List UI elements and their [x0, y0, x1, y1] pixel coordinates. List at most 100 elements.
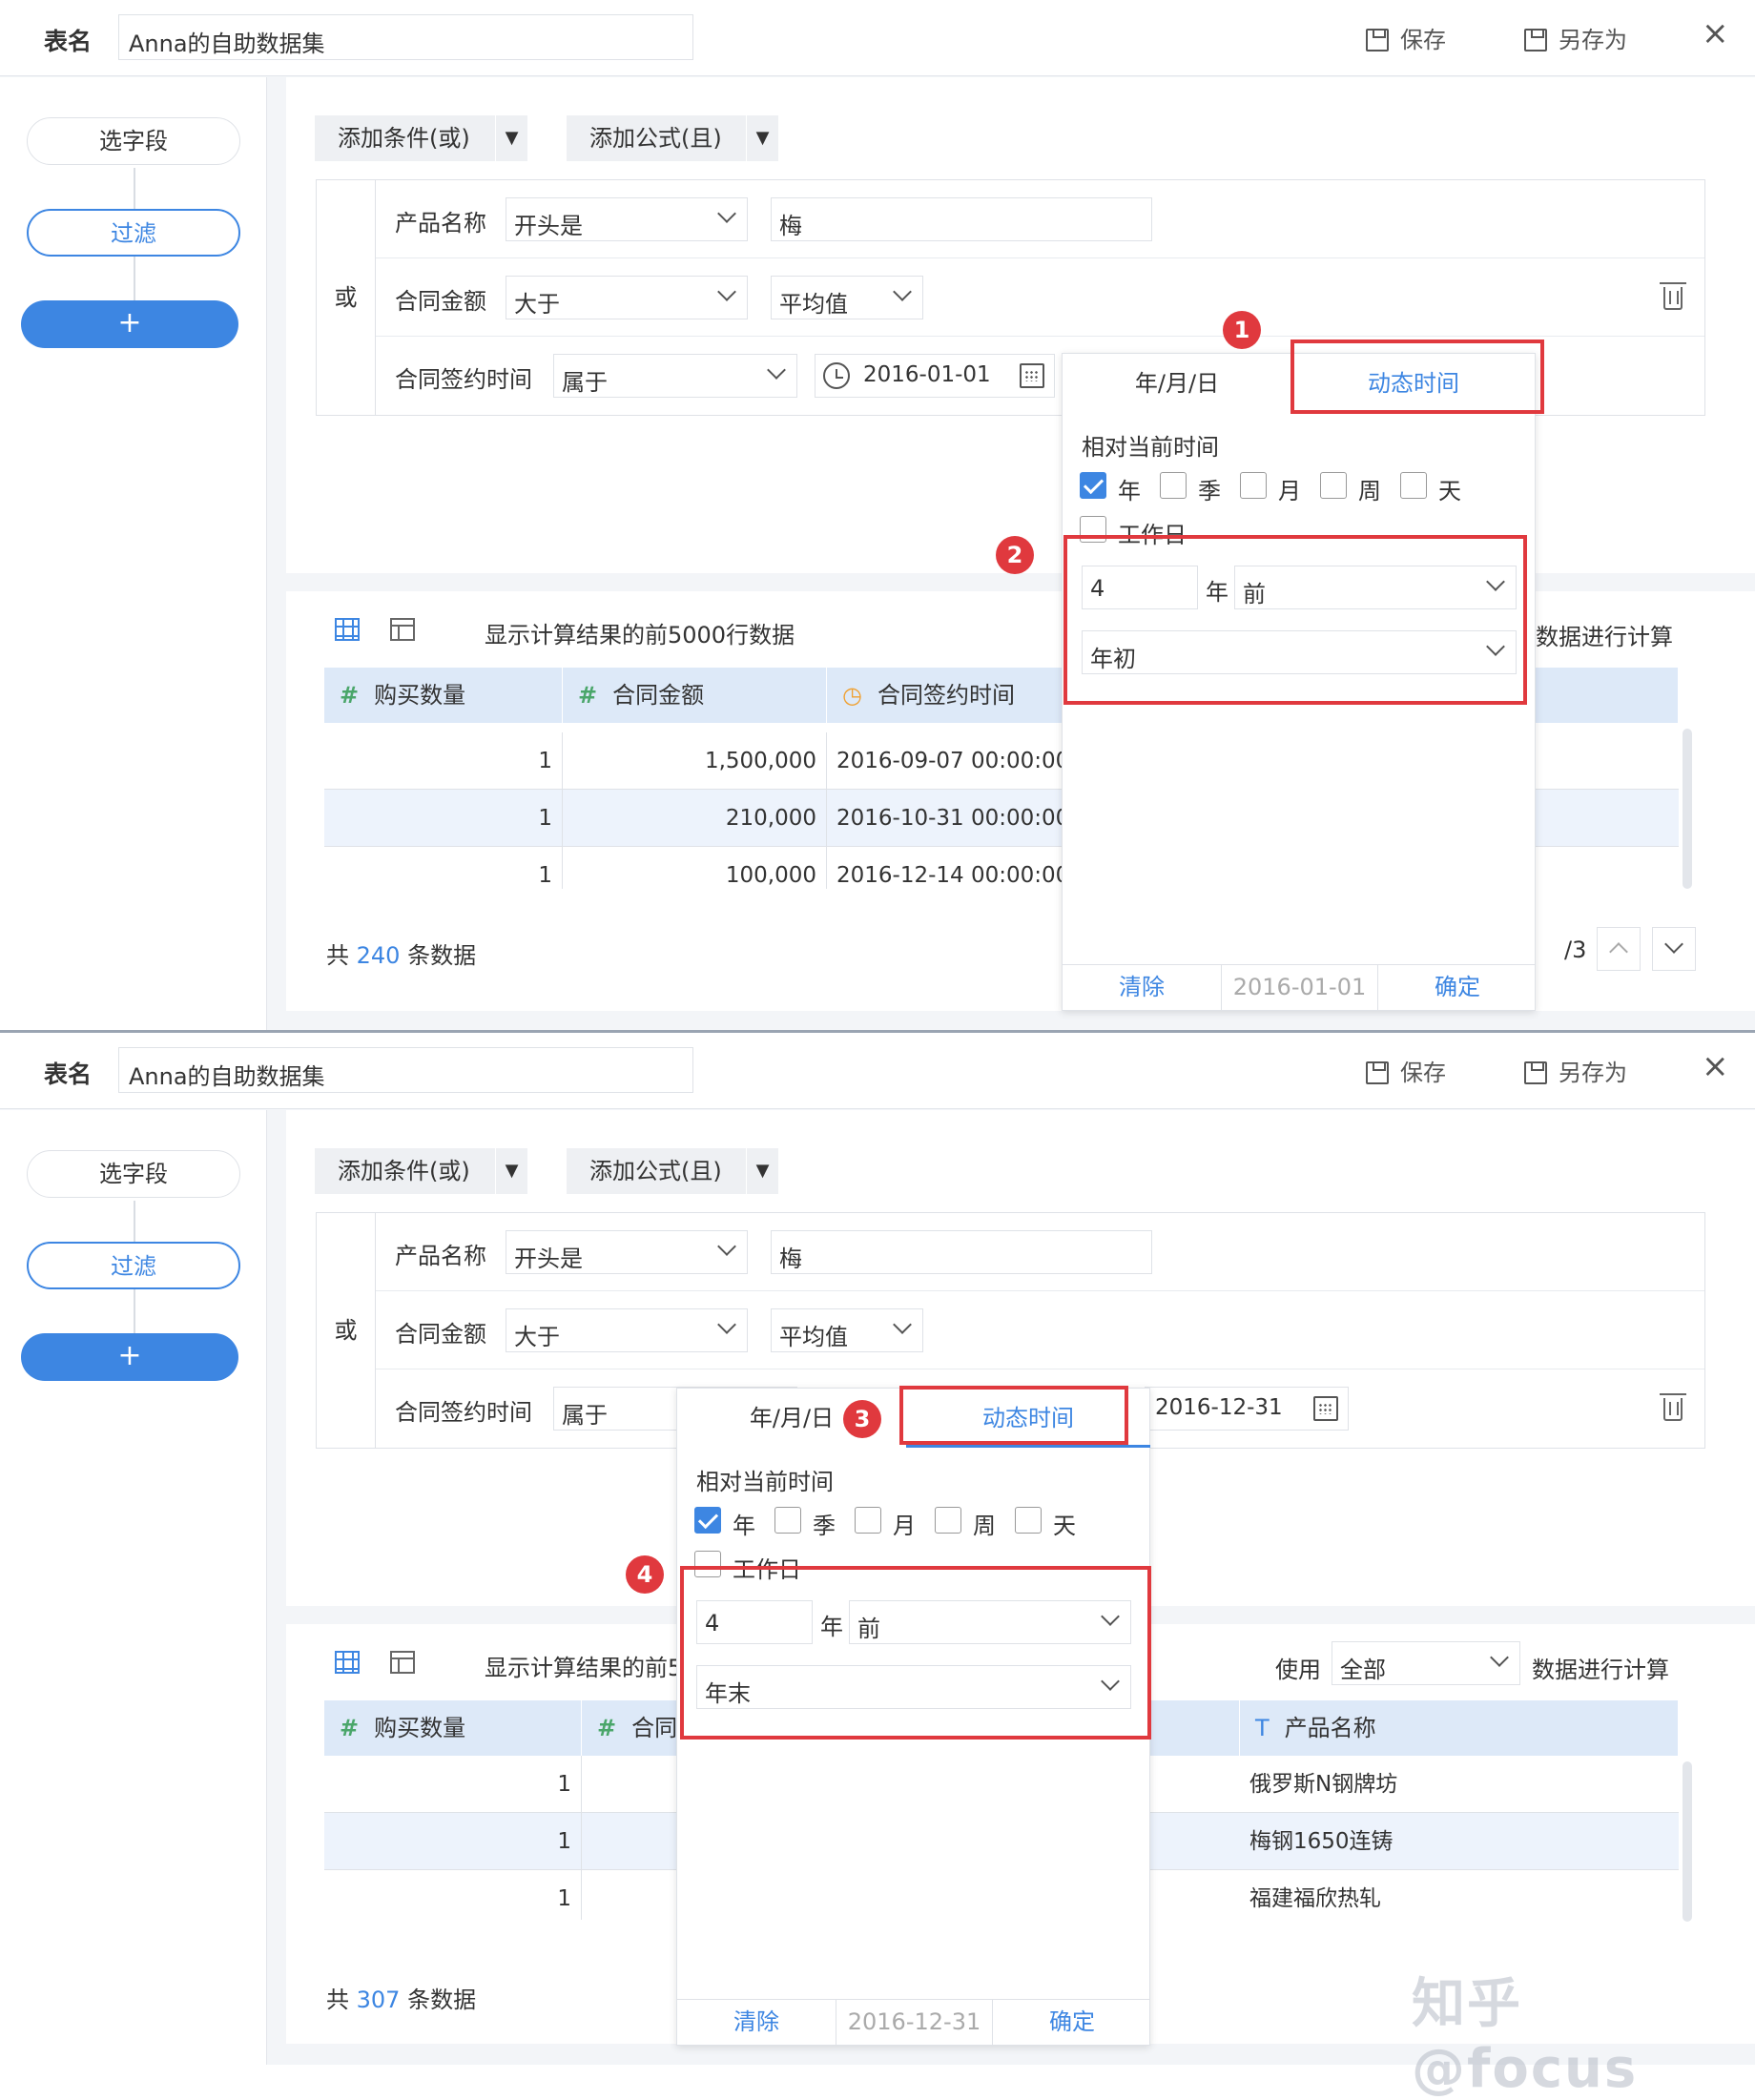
- add-step-button[interactable]: +: [21, 1333, 238, 1381]
- header-bar: 表名 Anna的自助数据集 保存 另存为 ×: [0, 0, 1755, 76]
- add-step-button[interactable]: +: [21, 300, 238, 348]
- filter-button[interactable]: 过滤: [27, 1242, 240, 1289]
- field-name: 合同签约时间: [395, 366, 532, 393]
- use-label: 使用: [1275, 1657, 1321, 1683]
- table-name-input[interactable]: Anna的自助数据集: [118, 1047, 693, 1093]
- number-type-icon: #: [340, 682, 360, 709]
- operator-select[interactable]: 开头是: [506, 1230, 748, 1274]
- table-name-input[interactable]: Anna的自助数据集: [118, 14, 693, 60]
- clear-button[interactable]: 清除: [1063, 965, 1221, 1011]
- highlight-box: [1063, 535, 1527, 705]
- page-up-button[interactable]: [1597, 927, 1641, 971]
- layout-view-icon[interactable]: [390, 1651, 415, 1674]
- chevron-down-icon: [717, 1237, 736, 1256]
- add-condition-dropdown[interactable]: ▼: [495, 115, 527, 161]
- highlight-box: [899, 1386, 1128, 1445]
- record-count: 共 240 条数据: [326, 942, 477, 969]
- close-icon[interactable]: ×: [1702, 17, 1729, 50]
- save-as-button[interactable]: 另存为: [1524, 1054, 1627, 1087]
- column-header[interactable]: # 购买数量: [324, 1700, 582, 1756]
- chevron-down-icon: [717, 1315, 736, 1334]
- condition-row: 合同金额 大于 平均值: [376, 258, 1704, 337]
- layout-view-icon[interactable]: [390, 618, 415, 641]
- field-name: 产品名称: [395, 210, 486, 237]
- highlight-box: [680, 1566, 1151, 1740]
- preview-date: 2016-12-31: [836, 2000, 993, 2046]
- chevron-up-icon: [1609, 942, 1628, 961]
- add-formula-dropdown[interactable]: ▼: [746, 1148, 778, 1194]
- condition-row: 产品名称 开头是 梅: [376, 1213, 1704, 1291]
- calendar-icon[interactable]: [1313, 1396, 1338, 1421]
- table-name-label: 表名: [44, 28, 93, 55]
- add-formula-dropdown[interactable]: ▼: [746, 115, 778, 161]
- checkbox-month[interactable]: [1240, 472, 1267, 499]
- chevron-down-icon: [717, 282, 736, 301]
- save-as-icon: [1524, 1061, 1547, 1084]
- operator-select[interactable]: 大于: [506, 1308, 748, 1352]
- checkbox-week[interactable]: [1320, 472, 1347, 499]
- save-as-button[interactable]: 另存为: [1524, 21, 1627, 54]
- column-header[interactable]: T 产品名称: [1240, 1700, 1679, 1756]
- save-button[interactable]: 保存: [1366, 1054, 1446, 1087]
- number-type-icon: #: [340, 1715, 360, 1741]
- grid-info-right: 数据进行计算: [1536, 624, 1673, 650]
- checkbox-quarter[interactable]: [774, 1507, 801, 1534]
- field-name: 合同金额: [395, 1321, 486, 1348]
- relative-time-label: 相对当前时间: [1082, 434, 1219, 461]
- value-input[interactable]: 梅: [771, 197, 1152, 241]
- tab-date[interactable]: 年/月/日: [1063, 354, 1291, 413]
- scrollbar[interactable]: [1683, 729, 1692, 889]
- chevron-down-icon: [1664, 935, 1683, 954]
- grid-view-icon[interactable]: [335, 618, 360, 641]
- checkbox-day[interactable]: [1400, 472, 1427, 499]
- column-header[interactable]: # 合同金额: [563, 668, 827, 723]
- watermark: 知乎 @focus: [1412, 1973, 1639, 2100]
- add-condition-dropdown[interactable]: ▼: [495, 1148, 527, 1194]
- checkbox-week[interactable]: [935, 1507, 961, 1534]
- select-fields-button[interactable]: 选字段: [27, 1150, 240, 1198]
- confirm-button[interactable]: 确定: [1378, 965, 1537, 1011]
- chevron-down-icon: [767, 360, 786, 380]
- use-select[interactable]: 全部: [1332, 1641, 1520, 1685]
- step-badge: 3: [843, 1400, 881, 1438]
- value-input[interactable]: 梅: [771, 1230, 1152, 1274]
- checkbox-day[interactable]: [1015, 1507, 1042, 1534]
- page-down-button[interactable]: [1652, 927, 1696, 971]
- panel-top: 表名 Anna的自助数据集 保存 另存为 × 选字段 过滤 + 添加条件(或) ▼…: [0, 0, 1755, 1032]
- condition-row: 产品名称 开头是 梅: [376, 180, 1704, 258]
- save-icon: [1366, 1061, 1389, 1084]
- delete-icon[interactable]: [1660, 282, 1686, 310]
- start-date-input[interactable]: 2016-01-01: [815, 354, 1055, 398]
- delete-icon[interactable]: [1660, 1393, 1686, 1421]
- save-button[interactable]: 保存: [1366, 21, 1446, 54]
- operator-select[interactable]: 属于: [553, 354, 797, 398]
- close-icon[interactable]: ×: [1702, 1050, 1729, 1082]
- panel-bottom: 表名 Anna的自助数据集 保存 另存为 × 选字段 过滤 + 添加条件(或) ▼…: [0, 1033, 1755, 2065]
- grid-info-text: 显示计算结果的前5: [485, 1655, 683, 1681]
- add-formula-button[interactable]: 添加公式(且) ▼: [567, 115, 778, 161]
- select-fields-button[interactable]: 选字段: [27, 117, 240, 165]
- scrollbar[interactable]: [1683, 1761, 1692, 1922]
- confirm-button[interactable]: 确定: [993, 2000, 1151, 2046]
- checkbox-quarter[interactable]: [1160, 472, 1187, 499]
- grid-info-text: 显示计算结果的前5000行数据: [485, 622, 795, 649]
- checkbox-year[interactable]: [1080, 472, 1106, 499]
- checkbox-year[interactable]: [694, 1507, 721, 1534]
- add-condition-button[interactable]: 添加条件(或) ▼: [315, 1148, 527, 1194]
- sidebar: 选字段 过滤 +: [0, 1110, 267, 2065]
- calendar-icon[interactable]: [1020, 363, 1044, 388]
- column-header[interactable]: # 购买数量: [324, 668, 563, 723]
- operator-select[interactable]: 大于: [506, 276, 748, 319]
- checkbox-month[interactable]: [855, 1507, 881, 1534]
- value-select[interactable]: 平均值: [771, 276, 923, 319]
- clear-button[interactable]: 清除: [677, 2000, 836, 2046]
- field-name: 合同金额: [395, 288, 486, 315]
- value-select[interactable]: 平均值: [771, 1308, 923, 1352]
- add-formula-button[interactable]: 添加公式(且) ▼: [567, 1148, 778, 1194]
- grid-view-icon[interactable]: [335, 1651, 360, 1674]
- sidebar: 选字段 过滤 +: [0, 77, 267, 1032]
- add-condition-button[interactable]: 添加条件(或) ▼: [315, 115, 527, 161]
- filter-button[interactable]: 过滤: [27, 209, 240, 257]
- operator-select[interactable]: 开头是: [506, 197, 748, 241]
- end-date-input[interactable]: 2016-12-31: [1145, 1387, 1349, 1431]
